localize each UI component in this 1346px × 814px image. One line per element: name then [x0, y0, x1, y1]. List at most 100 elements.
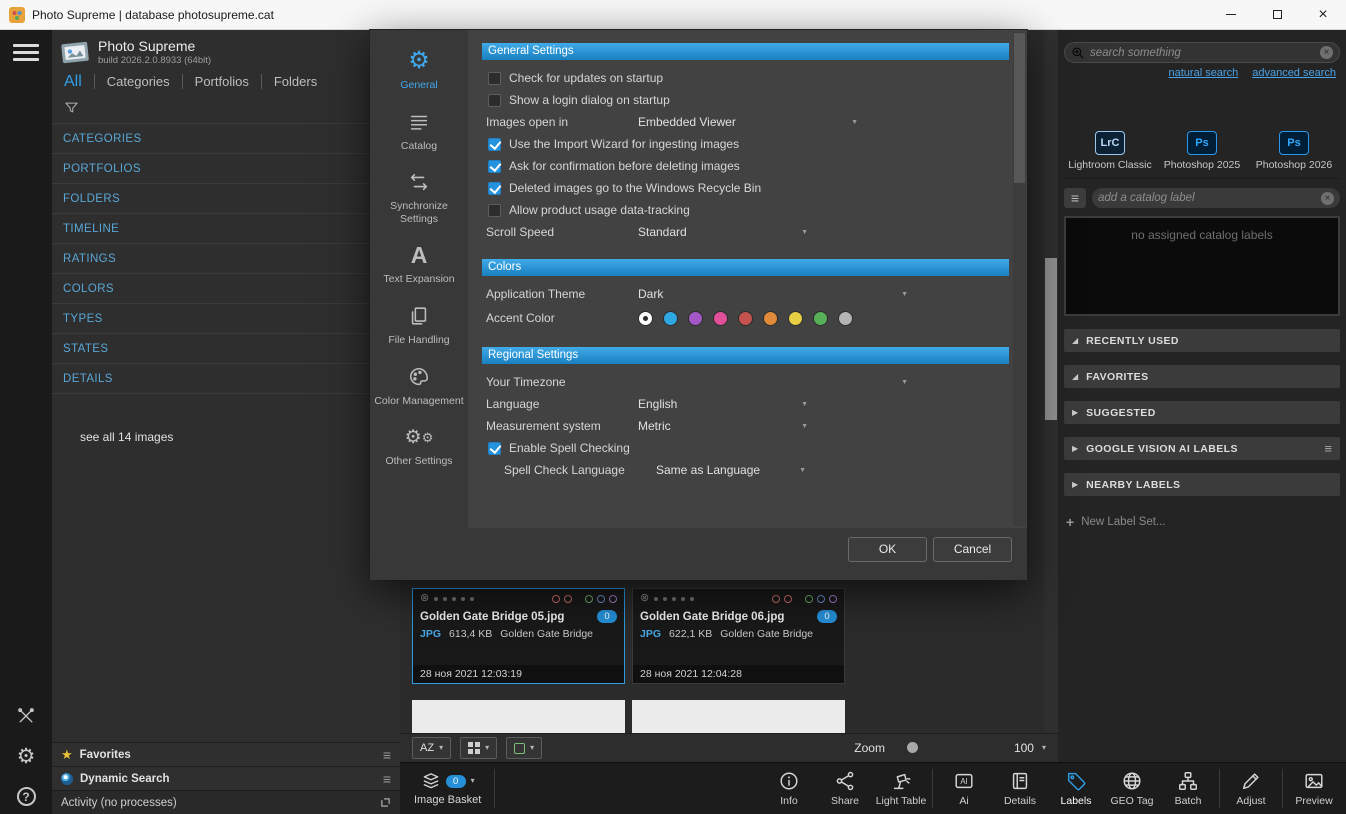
list-item-states[interactable]: STATES [52, 334, 400, 364]
settings-nav-file-handling[interactable]: File Handling [370, 295, 468, 356]
rating-dot[interactable] [461, 596, 466, 601]
sort-order-button[interactable]: AZ ▾ [412, 737, 452, 759]
grid-scrollbar[interactable] [1044, 30, 1058, 733]
see-all-images-link[interactable]: see all 14 images [80, 430, 400, 444]
clear-search-icon[interactable]: × [1320, 46, 1333, 59]
checkbox[interactable] [488, 159, 501, 173]
toolbar-batch-button[interactable]: Batch [1160, 763, 1216, 814]
toolbar-details-button[interactable]: Details [992, 763, 1048, 814]
list-item-ratings[interactable]: RATINGS [52, 244, 400, 274]
accent-color-swatch[interactable] [738, 310, 753, 326]
cancel-button[interactable]: Cancel [933, 536, 1012, 562]
image-card[interactable]: ⊗ Golden Gate Bridge 05.jpg 0 JPG 613,4 … [412, 588, 625, 684]
rating-dot[interactable] [470, 596, 475, 601]
toolbar-info-button[interactable]: Info [761, 763, 817, 814]
toolbar-preview-button[interactable]: Preview [1286, 763, 1342, 814]
rating-dot[interactable] [654, 596, 659, 601]
main-menu-button[interactable] [13, 44, 39, 61]
section-menu-icon[interactable]: ≡ [1324, 442, 1332, 455]
checkbox[interactable] [488, 181, 501, 195]
toolbar-ai-button[interactable]: AI Ai [936, 763, 992, 814]
accent-color-swatch[interactable] [813, 310, 828, 326]
rating-dot[interactable] [452, 596, 457, 601]
settings-nav-catalog[interactable]: Catalog [370, 101, 468, 162]
tab-portfolios[interactable]: Portfolios [181, 74, 249, 89]
section-favorites[interactable]: ◢ FAVORITES [1064, 365, 1340, 388]
grip-icon[interactable]: ≡ [383, 748, 391, 762]
list-item-categories[interactable]: CATEGORIES [52, 124, 400, 154]
section-suggested[interactable]: ▶ SUGGESTED [1064, 401, 1340, 424]
rating-dot[interactable] [434, 596, 439, 601]
add-label-input[interactable] [1098, 192, 1321, 204]
rating-dot[interactable] [443, 596, 448, 601]
toolbar-labels-button[interactable]: Labels [1048, 763, 1104, 814]
checkbox[interactable] [488, 203, 501, 217]
color-label-dot[interactable] [772, 594, 780, 603]
color-label-dot[interactable] [609, 594, 617, 603]
add-label-input-box[interactable]: × [1092, 188, 1340, 208]
tab-categories[interactable]: Categories [93, 74, 170, 89]
settings-nav-color-management[interactable]: Color Management [370, 356, 468, 417]
settings-nav-text-expansion[interactable]: A Text Expansion [370, 234, 468, 295]
color-label-dot[interactable] [552, 594, 560, 603]
chevron-down-icon[interactable]: ▾ [471, 777, 475, 785]
overlay-options-button[interactable]: ▾ [506, 737, 543, 759]
spell-check-language-select[interactable]: Same as Language ▼ [656, 463, 806, 477]
accent-color-swatch[interactable] [713, 310, 728, 326]
tab-folders[interactable]: Folders [260, 74, 317, 89]
section-google-vision-ai-labels[interactable]: ▶ GOOGLE VISION AI LABELS ≡ [1064, 437, 1340, 460]
list-item-portfolios[interactable]: PORTFOLIOS [52, 154, 400, 184]
accent-color-swatch[interactable] [663, 310, 678, 326]
color-label-dot[interactable] [805, 594, 813, 603]
list-item-folders[interactable]: FOLDERS [52, 184, 400, 214]
color-label-dot[interactable] [829, 594, 837, 603]
version-count-badge[interactable]: 0 [597, 610, 617, 623]
app-tab-photoshop-2025[interactable]: Ps Photoshop 2025 [1156, 131, 1248, 171]
images-open-in-select[interactable]: Embedded Viewer ▼ [638, 115, 858, 129]
list-item-details[interactable]: DETAILS [52, 364, 400, 394]
rating-dot[interactable] [690, 596, 695, 601]
list-item-colors[interactable]: COLORS [52, 274, 400, 304]
toolbar-geo-tag-button[interactable]: GEO Tag [1104, 763, 1160, 814]
measurement-select[interactable]: Metric ▼ [638, 419, 808, 433]
toolbar-share-button[interactable]: Share [817, 763, 873, 814]
favorites-bar[interactable]: ★ Favorites ≡ [52, 742, 400, 766]
list-item-timeline[interactable]: TIMELINE [52, 214, 400, 244]
app-tab-photoshop-2026[interactable]: Ps Photoshop 2026 [1248, 131, 1340, 171]
reject-icon[interactable]: ⊗ [640, 593, 649, 604]
color-label-dot[interactable] [597, 594, 605, 603]
dynamic-search-bar[interactable]: Dynamic Search ≡ [52, 766, 400, 790]
label-menu-icon[interactable]: ≡ [1064, 188, 1086, 208]
accent-color-swatch[interactable] [763, 310, 778, 326]
expand-icon[interactable] [380, 797, 391, 808]
search-box[interactable]: × [1064, 42, 1340, 63]
section-recently-used[interactable]: ◢ RECENTLY USED [1064, 329, 1340, 352]
app-tab-lightroom-classic[interactable]: LrC Lightroom Classic [1064, 131, 1156, 171]
color-label-dot[interactable] [817, 594, 825, 603]
chevron-down-icon[interactable]: ▾ [1042, 744, 1046, 752]
ok-button[interactable]: OK [848, 536, 927, 562]
scroll-speed-select[interactable]: Standard ▼ [638, 225, 808, 239]
dialog-scrollbar[interactable] [1013, 32, 1026, 526]
rating-dot[interactable] [672, 596, 677, 601]
search-input[interactable] [1090, 46, 1315, 59]
language-select[interactable]: English ▼ [638, 397, 808, 411]
color-label-dot[interactable] [585, 594, 593, 603]
zoom-slider[interactable] [893, 737, 988, 759]
rating-dot[interactable] [663, 596, 668, 601]
section-nearby-labels[interactable]: ▶ NEARBY LABELS [1064, 473, 1340, 496]
checkbox[interactable] [488, 71, 501, 85]
checkbox[interactable] [488, 93, 501, 107]
maximize-button[interactable] [1254, 0, 1300, 29]
accent-color-swatch[interactable] [638, 310, 653, 326]
reject-icon[interactable]: ⊗ [420, 593, 429, 604]
list-item-types[interactable]: TYPES [52, 304, 400, 334]
grip-icon[interactable]: ≡ [383, 772, 391, 786]
filter-icon[interactable] [64, 100, 79, 115]
new-label-set-button[interactable]: + New Label Set... [1066, 514, 1338, 530]
dialog-scrollbar-thumb[interactable] [1014, 33, 1025, 183]
advanced-search-link[interactable]: advanced search [1252, 67, 1336, 79]
accent-color-swatch[interactable] [688, 310, 703, 326]
checkbox[interactable] [488, 441, 501, 455]
timezone-select[interactable]: ▼ [638, 379, 908, 386]
